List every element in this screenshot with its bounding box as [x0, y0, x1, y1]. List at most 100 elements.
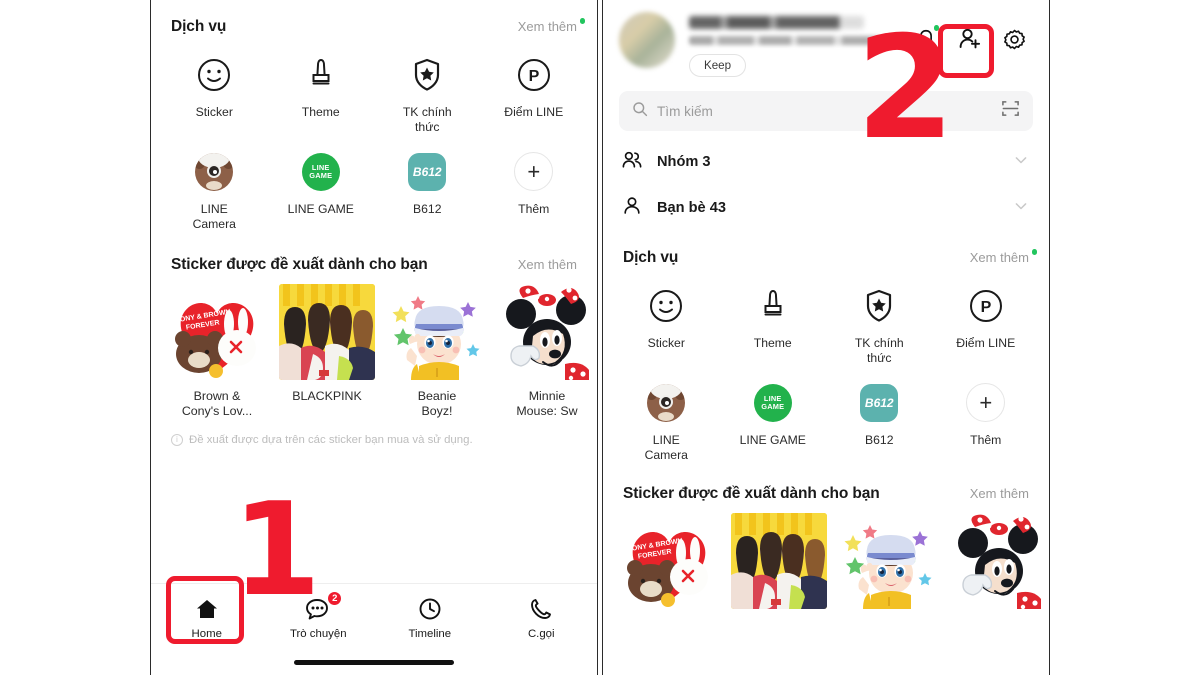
phone-screen-right: Keep Tìm kiếm Nhóm 3 Bạn bè 43 Dịch vụ X…: [602, 0, 1050, 675]
notification-dot-icon: [933, 25, 939, 31]
service-item-line-points[interactable]: P Điểm LINE: [933, 279, 1040, 370]
chat-unread-badge: 2: [327, 591, 343, 606]
line-game-icon-text-2: GAME: [309, 170, 333, 180]
service-label: LINE Camera: [192, 201, 236, 231]
profile-row[interactable]: Keep: [603, 0, 1049, 77]
service-item-b612[interactable]: B612 B612: [374, 145, 481, 236]
line-camera-icon: [193, 151, 235, 193]
service-item-theme[interactable]: Theme: [268, 48, 375, 139]
paint-brush-icon: [752, 285, 794, 327]
sticker-card[interactable]: CONY & BROWN FOREVER: [621, 512, 717, 609]
service-item-theme[interactable]: Theme: [720, 279, 827, 370]
sticker-thumbnail: [279, 283, 375, 380]
sticker-strip[interactable]: CONY & BROWN FOREVER: [603, 503, 1049, 609]
service-item-official-account[interactable]: TK chính thức: [826, 279, 933, 370]
keep-button[interactable]: Keep: [689, 54, 747, 77]
service-item-line-points[interactable]: P Điểm LINE: [481, 48, 588, 139]
tab-label: C.gọi: [527, 628, 555, 640]
tab-label: Trò chuyện: [289, 628, 347, 640]
tab-chats[interactable]: 2 Trò chuyện: [263, 591, 375, 640]
bottom-tab-bar: Home 2 Trò chuyện Timeline C.gọi: [151, 583, 597, 675]
phone-screen-left: Dịch vụ Xem thêm Sticker Theme TK chính …: [150, 0, 598, 675]
services-section-right: Dịch vụ Xem thêm Sticker Theme TK chính …: [603, 229, 1049, 467]
avatar[interactable]: [619, 12, 675, 68]
sticker-thumbnail: [951, 512, 1047, 609]
clock-icon: [418, 596, 442, 622]
service-item-more[interactable]: + Thêm: [933, 376, 1040, 467]
stickers-note-text: Đề xuất được dựa trên các sticker bạn mu…: [189, 433, 473, 446]
point-p-icon: P: [965, 285, 1007, 327]
settings-button[interactable]: [999, 24, 1029, 54]
stickers-see-more-link[interactable]: Xem thêm: [518, 257, 577, 272]
service-item-sticker[interactable]: Sticker: [161, 48, 268, 139]
sticker-card[interactable]: BLACKPINK: [279, 283, 375, 420]
service-item-line-game[interactable]: LINE GAME LINE GAME: [720, 376, 827, 467]
service-label: Theme: [301, 105, 340, 119]
chevron-down-icon[interactable]: [1011, 196, 1031, 221]
stickers-see-more-link[interactable]: Xem thêm: [970, 486, 1029, 501]
plus-glyph: +: [966, 383, 1006, 423]
service-label: Thêm: [518, 201, 550, 216]
service-item-more[interactable]: + Thêm: [481, 145, 588, 236]
stickers-title: Sticker được đề xuất dành cho bạn: [171, 255, 428, 273]
profile-actions: [911, 12, 1033, 54]
services-title: Dịch vụ: [623, 249, 679, 266]
service-label: LINE GAME: [739, 432, 806, 447]
chevron-down-icon[interactable]: [1011, 150, 1031, 175]
service-item-sticker[interactable]: Sticker: [613, 279, 720, 370]
sticker-card[interactable]: CONY & BROWN FOREVER: [169, 283, 265, 420]
sticker-card[interactable]: [841, 512, 937, 609]
svg-text:P: P: [528, 68, 539, 85]
service-item-line-game[interactable]: LINE GAME LINE GAME: [268, 145, 375, 236]
sticker-name: Beanie Boyz!: [417, 388, 457, 419]
list-item-label: Bạn bè 43: [657, 200, 726, 216]
home-indicator: [294, 660, 454, 665]
services-see-more-link[interactable]: Xem thêm: [969, 249, 1037, 265]
tab-home[interactable]: Home: [151, 596, 263, 640]
service-label: Sticker: [195, 105, 233, 119]
services-grid: Sticker Theme TK chính thức P Điểm LINE …: [151, 36, 597, 236]
sticker-card[interactable]: [951, 512, 1047, 609]
tab-label: Timeline: [408, 628, 452, 640]
add-friend-button[interactable]: [955, 24, 985, 54]
sticker-thumbnail: [499, 283, 595, 380]
list-item-friends[interactable]: Bạn bè 43: [603, 187, 1049, 229]
services-see-more-link[interactable]: Xem thêm: [518, 18, 585, 34]
search-bar[interactable]: Tìm kiếm: [619, 91, 1033, 131]
search-input[interactable]: Tìm kiếm: [657, 104, 992, 119]
service-item-line-camera[interactable]: LINE Camera: [161, 145, 268, 236]
new-badge-dot-icon: [579, 18, 585, 24]
line-game-icon: LINE GAME: [752, 382, 794, 424]
services-see-more-label: Xem thêm: [969, 250, 1029, 265]
line-camera-icon: [645, 382, 687, 424]
plus-icon: +: [965, 382, 1007, 424]
home-icon: [195, 596, 219, 622]
tab-calls[interactable]: C.gọi: [486, 596, 598, 640]
list-item-groups[interactable]: Nhóm 3: [603, 141, 1049, 183]
services-header: Dịch vụ Xem thêm: [151, 18, 597, 36]
sticker-card[interactable]: Minnie Mouse: Sw: [499, 283, 595, 420]
service-item-official-account[interactable]: TK chính thức: [374, 48, 481, 139]
phone-icon: [529, 596, 553, 622]
list-item-label: Nhóm 3: [657, 154, 711, 170]
stickers-title: Sticker được đề xuất dành cho bạn: [623, 484, 880, 502]
sticker-thumbnail: [731, 512, 827, 609]
service-item-b612[interactable]: B612 B612: [826, 376, 933, 467]
service-label: LINE GAME: [287, 201, 354, 216]
service-label: B612: [865, 432, 894, 447]
sticker-thumbnail: [389, 283, 485, 380]
b612-icon-text: B612: [408, 152, 447, 191]
services-section-left: Dịch vụ Xem thêm Sticker Theme TK chính …: [151, 0, 597, 236]
sticker-card[interactable]: [731, 512, 827, 609]
stickers-section-right: Sticker được đề xuất dành cho bạn Xem th…: [603, 467, 1049, 609]
tab-timeline[interactable]: Timeline: [374, 596, 486, 640]
stickers-section-left: Sticker được đề xuất dành cho bạn Xem th…: [151, 236, 597, 446]
service-item-line-camera[interactable]: LINE Camera: [613, 376, 720, 467]
notifications-button[interactable]: [911, 24, 941, 54]
sticker-card[interactable]: Beanie Boyz!: [389, 283, 485, 420]
qr-scan-icon[interactable]: [1001, 99, 1020, 123]
screenshot-stage: Dịch vụ Xem thêm Sticker Theme TK chính …: [0, 0, 1200, 675]
b612-icon-text: B612: [860, 383, 899, 422]
point-p-icon: P: [513, 54, 555, 96]
sticker-strip[interactable]: CONY & BROWN FOREVER: [151, 274, 597, 420]
